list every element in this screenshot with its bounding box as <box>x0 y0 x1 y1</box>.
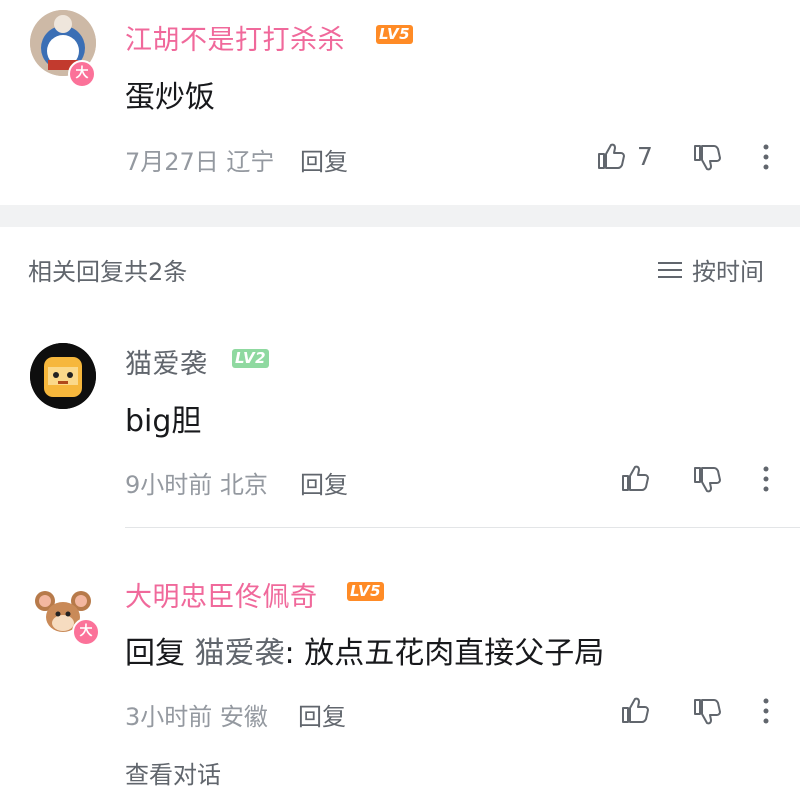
comment-date-location: 7月27日 辽宁 <box>125 148 275 176</box>
like-button[interactable] <box>596 141 626 171</box>
comment-content: big胆 <box>125 404 202 439</box>
like-count: 7 <box>637 142 653 171</box>
like-button[interactable] <box>620 695 650 725</box>
vip-badge: 大 <box>68 60 96 88</box>
level-badge: LV5 <box>347 582 385 601</box>
reply-separator <box>125 527 800 528</box>
thumbs-up-icon <box>622 465 649 491</box>
comment-date-location: 9小时前 北京 <box>125 471 268 499</box>
comment-content: 蛋炒饭 <box>125 80 215 115</box>
dislike-button[interactable] <box>692 697 722 727</box>
list-icon <box>658 261 682 278</box>
username[interactable]: 江胡不是打打杀杀 <box>125 18 345 57</box>
more-button[interactable] <box>760 464 772 494</box>
thumbs-down-icon <box>694 145 721 171</box>
reply-button[interactable]: 回复 <box>298 697 346 732</box>
reply-button[interactable]: 回复 <box>300 465 348 500</box>
sort-button[interactable]: 按时间 <box>656 252 764 287</box>
sort-label: 按时间 <box>692 258 764 286</box>
vip-badge: 大 <box>72 618 100 646</box>
thumbs-up-icon <box>622 697 649 723</box>
more-icon <box>763 144 769 170</box>
level-badge: LV5 <box>376 25 414 44</box>
more-button[interactable] <box>760 696 772 726</box>
comment-content: 回复 猫爱袭: 放点五花肉直接父子局 <box>125 628 604 672</box>
more-button[interactable] <box>760 142 772 172</box>
more-icon <box>763 466 769 492</box>
mention-link[interactable]: 猫爱袭 <box>195 636 285 671</box>
dislike-button[interactable] <box>692 465 722 495</box>
reply-prefix: 回复 <box>125 636 195 671</box>
section-divider <box>0 205 800 227</box>
username[interactable]: 猫爱袭 <box>125 342 208 381</box>
reply-button[interactable]: 回复 <box>300 142 348 177</box>
thumbs-down-icon <box>694 467 721 493</box>
comment-date-location: 3小时前 安徽 <box>125 703 268 731</box>
replies-count-title: 相关回复共2条 <box>28 258 188 286</box>
more-icon <box>763 698 769 724</box>
avatar-image <box>30 343 96 409</box>
dislike-button[interactable] <box>692 143 722 173</box>
username[interactable]: 大明忠臣佟佩奇 <box>125 575 318 614</box>
level-badge: LV2 <box>232 349 270 368</box>
reply-text: : 放点五花肉直接父子局 <box>284 636 605 671</box>
like-button[interactable] <box>620 463 650 493</box>
avatar[interactable] <box>30 343 96 409</box>
thumbs-down-icon <box>694 699 721 725</box>
view-conversation-button[interactable]: 查看对话 <box>125 755 221 790</box>
thumbs-up-icon <box>598 143 625 169</box>
